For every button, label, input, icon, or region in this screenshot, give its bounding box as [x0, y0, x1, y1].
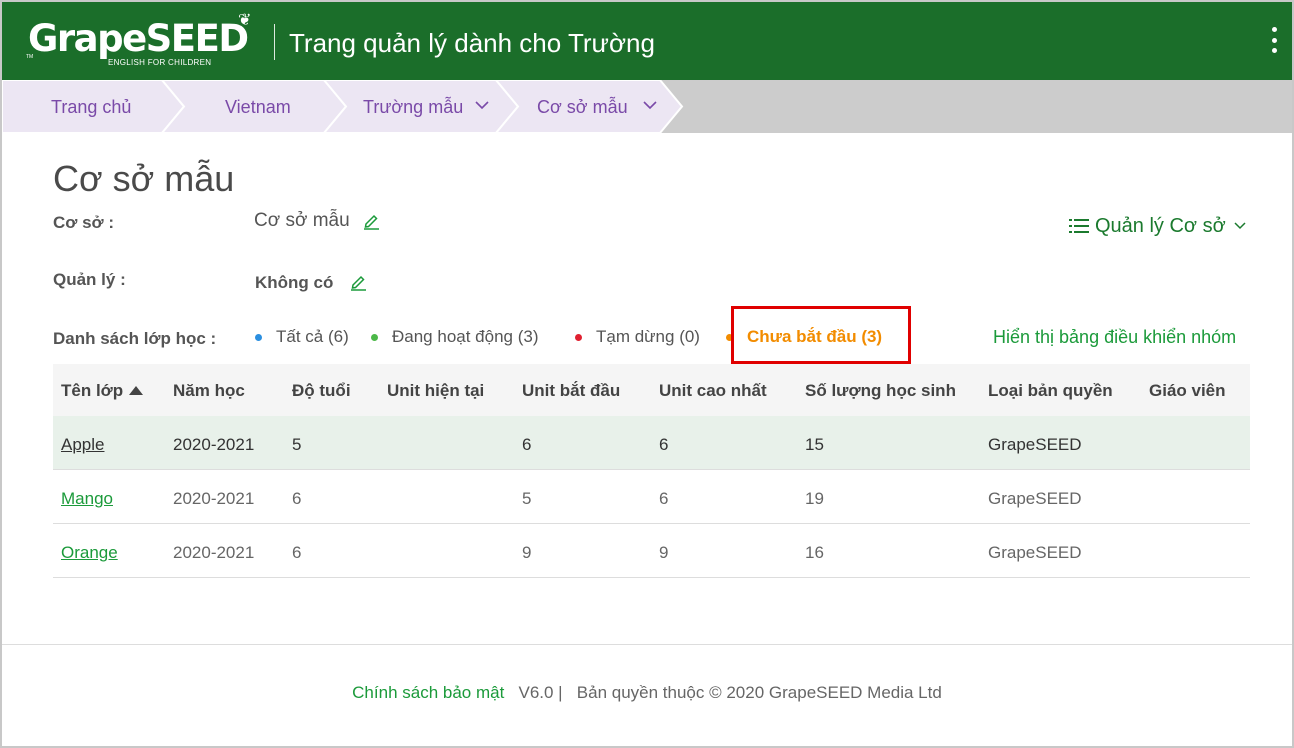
table-cell: 19: [805, 489, 824, 508]
table-cell: 15: [805, 435, 824, 454]
class-list-label: Danh sách lớp học :: [53, 329, 217, 348]
table-cell: 9: [659, 543, 669, 562]
table-cell: 2020-2021: [173, 489, 255, 508]
edit-pencil-icon[interactable]: [349, 273, 367, 291]
table-cell: 16: [805, 543, 824, 562]
table-row[interactable]: Orange 2020-2021 6 9 9 16 GrapeSEED: [53, 524, 1250, 578]
manager-label: Quản lý :: [53, 270, 126, 289]
column-header-current-unit[interactable]: Unit hiện tại: [387, 381, 484, 401]
chevron-down-icon: [1234, 222, 1246, 230]
filter-paused[interactable]: Tạm dừng (0): [575, 327, 700, 347]
class-table: Tên lớp Năm học Độ tuổi Unit hiện tại Un…: [53, 364, 1250, 578]
column-header-teacher[interactable]: Giáo viên: [1149, 381, 1226, 401]
grapeseed-logo[interactable]: GrapeSEED ❦ TM ENGLISH FOR CHILDREN: [26, 12, 266, 72]
status-dot-icon: [575, 333, 582, 341]
column-header-start-unit[interactable]: Unit bắt đầu: [522, 381, 620, 401]
highlight-annotation-box: [731, 306, 911, 364]
class-name-link[interactable]: Apple: [61, 435, 104, 455]
table-cell: 2020-2021: [173, 435, 255, 454]
table-cell: 2020-2021: [173, 543, 255, 562]
column-header-max-unit[interactable]: Unit cao nhất: [659, 381, 767, 401]
column-header-student-count[interactable]: Số lượng học sinh: [805, 381, 956, 401]
filter-label: Tạm dừng (0): [596, 327, 700, 346]
filter-active[interactable]: Đang hoạt động (3): [371, 327, 539, 347]
filter-label: Đang hoạt động (3): [392, 327, 539, 346]
filter-label: Tất cả (6): [276, 327, 349, 346]
table-row[interactable]: Mango 2020-2021 6 5 6 19 GrapeSEED: [53, 470, 1250, 524]
breadcrumb-label: Vietnam: [225, 97, 291, 117]
column-header-school-year[interactable]: Năm học: [173, 381, 245, 401]
campus-label: Cơ sở :: [53, 213, 115, 232]
footer-divider: [2, 644, 1292, 645]
column-header-class-name[interactable]: Tên lớp: [61, 381, 144, 401]
column-header-license-type[interactable]: Loại bản quyền: [988, 381, 1113, 401]
manage-campus-menu[interactable]: Quản lý Cơ sở: [1069, 214, 1246, 238]
app-title: Trang quản lý dành cho Trường: [289, 28, 655, 58]
page-title: Cơ sở mẫu: [53, 158, 235, 199]
table-cell: 5: [292, 435, 302, 454]
list-icon: [1069, 219, 1089, 233]
edit-pencil-icon[interactable]: [362, 212, 380, 230]
table-header: Tên lớp Năm học Độ tuổi Unit hiện tại Un…: [53, 364, 1250, 416]
logo-wordmark: GrapeSEED: [28, 17, 249, 60]
breadcrumb: Trang chủ Vietnam Trường mẫu Cơ sở mẫu: [2, 80, 1292, 133]
manage-campus-label: Quản lý Cơ sở: [1095, 214, 1226, 237]
table-cell: 6: [522, 435, 532, 454]
table-cell: GrapeSEED: [988, 435, 1082, 454]
breadcrumb-label: Cơ sở mẫu: [537, 97, 628, 117]
status-dot-icon: [255, 333, 262, 341]
version-text: V6.0 |: [518, 683, 563, 702]
app-header: GrapeSEED ❦ TM ENGLISH FOR CHILDREN Tran…: [2, 2, 1292, 80]
table-cell: 6: [659, 489, 669, 508]
campus-value: Cơ sở mẫu: [254, 210, 350, 231]
status-dot-icon: [371, 333, 378, 341]
table-cell: 5: [522, 489, 532, 508]
breadcrumb-label: Trang chủ: [51, 97, 132, 117]
table-cell: 6: [292, 543, 302, 562]
header-divider: [274, 24, 275, 60]
table-cell: 9: [522, 543, 532, 562]
table-cell: 6: [292, 489, 302, 508]
class-name-link[interactable]: Orange: [61, 543, 118, 563]
privacy-policy-link[interactable]: Chính sách bảo mật: [352, 683, 504, 702]
table-cell: GrapeSEED: [988, 489, 1082, 508]
sort-ascending-icon[interactable]: [129, 386, 144, 395]
show-group-dashboard-link[interactable]: Hiển thị bảng điều khiển nhóm: [993, 327, 1236, 348]
table-row[interactable]: Apple 2020-2021 5 6 6 15 GrapeSEED: [53, 416, 1250, 470]
column-header-age[interactable]: Độ tuổi: [292, 381, 351, 401]
chevron-down-icon[interactable]: [643, 101, 657, 110]
more-menu-icon[interactable]: [1266, 24, 1282, 56]
logo-subtitle: ENGLISH FOR CHILDREN: [108, 58, 212, 67]
breadcrumb-label: Trường mẫu: [363, 97, 464, 117]
table-cell: 6: [659, 435, 669, 454]
chevron-down-icon[interactable]: [475, 101, 489, 110]
trademark-icon: TM: [26, 54, 34, 60]
class-name-link[interactable]: Mango: [61, 489, 113, 509]
manager-value: Không có: [255, 273, 334, 292]
table-cell: GrapeSEED: [988, 543, 1082, 562]
footer: Chính sách bảo mật V6.0 | Bản quyền thuộ…: [0, 683, 1294, 703]
leaf-icon: ❦: [238, 12, 252, 29]
copyright-text: Bản quyền thuộc © 2020 GrapeSEED Media L…: [576, 683, 942, 702]
filter-all[interactable]: Tất cả (6): [255, 327, 349, 347]
